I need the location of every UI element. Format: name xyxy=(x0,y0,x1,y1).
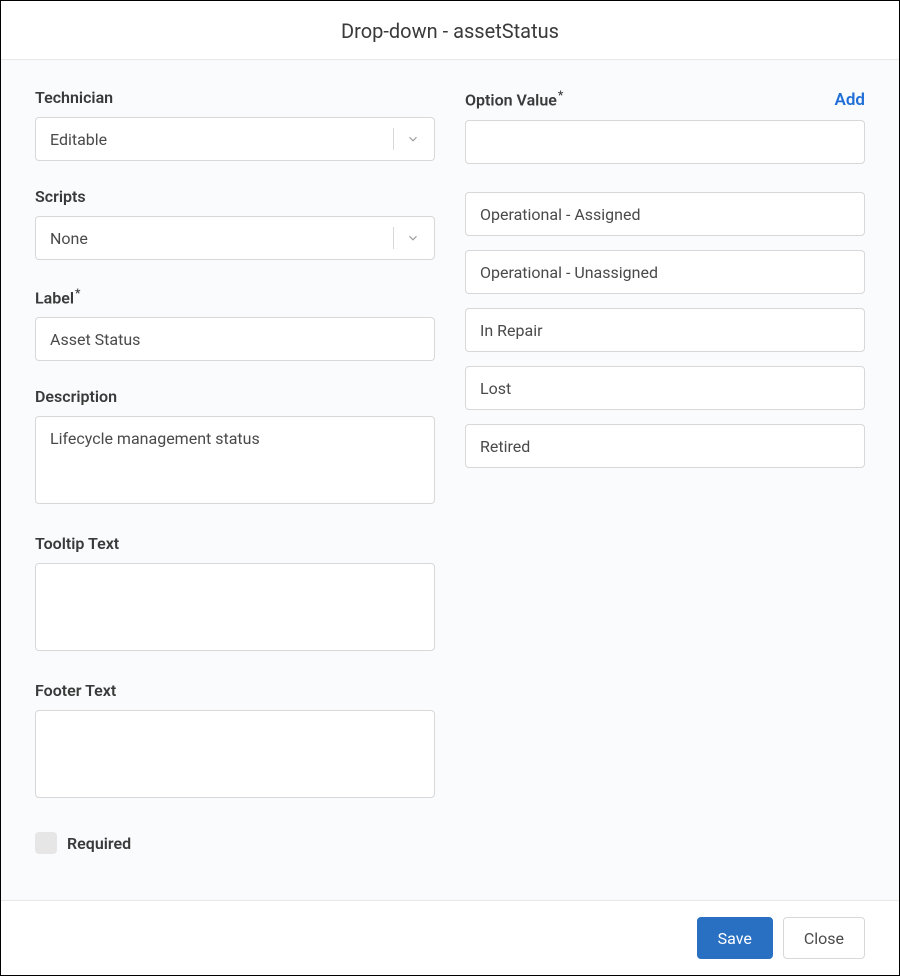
left-column: Technician Editable Scripts None xyxy=(35,88,435,880)
required-asterisk-icon: * xyxy=(75,286,80,300)
add-option-link[interactable]: Add xyxy=(835,90,866,110)
scripts-select[interactable]: None xyxy=(35,216,435,260)
technician-group: Technician Editable xyxy=(35,88,435,161)
save-button[interactable]: Save xyxy=(697,917,773,959)
footer-text-label: Footer Text xyxy=(35,681,435,700)
right-column: Option Value* Add Operational - Assigned… xyxy=(465,88,865,880)
chevron-down-icon xyxy=(406,132,420,146)
description-textarea[interactable] xyxy=(35,416,435,504)
technician-value: Editable xyxy=(50,130,393,149)
option-item[interactable]: Operational - Unassigned xyxy=(465,250,865,294)
required-asterisk-icon: * xyxy=(558,88,563,102)
description-label: Description xyxy=(35,387,435,406)
dialog-header: Drop-down - assetStatus xyxy=(1,1,899,60)
tooltip-textarea[interactable] xyxy=(35,563,435,651)
technician-label: Technician xyxy=(35,88,435,107)
dialog-title: Drop-down - assetStatus xyxy=(1,19,899,43)
select-divider xyxy=(393,227,394,249)
footer-text-textarea[interactable] xyxy=(35,710,435,798)
option-value-input[interactable] xyxy=(465,120,865,164)
option-value-label: Option Value* xyxy=(465,88,563,109)
option-item[interactable]: Operational - Assigned xyxy=(465,192,865,236)
option-item[interactable]: Lost xyxy=(465,366,865,410)
option-list: Operational - Assigned Operational - Una… xyxy=(465,192,865,468)
chevron-down-icon xyxy=(406,231,420,245)
dialog-body: Technician Editable Scripts None xyxy=(1,60,899,900)
select-divider xyxy=(393,128,394,150)
option-value-header: Option Value* Add xyxy=(465,88,865,110)
required-checkbox[interactable] xyxy=(35,832,57,854)
label-input[interactable] xyxy=(35,317,435,361)
dialog-footer: Save Close xyxy=(1,900,899,975)
close-button[interactable]: Close xyxy=(783,917,865,959)
scripts-label: Scripts xyxy=(35,187,435,206)
label-group: Label* xyxy=(35,286,435,361)
scripts-group: Scripts None xyxy=(35,187,435,260)
option-item[interactable]: Retired xyxy=(465,424,865,468)
option-item[interactable]: In Repair xyxy=(465,308,865,352)
footer-text-group: Footer Text xyxy=(35,681,435,802)
tooltip-label: Tooltip Text xyxy=(35,534,435,553)
scripts-value: None xyxy=(50,229,393,248)
required-row: Required xyxy=(35,832,435,854)
required-label: Required xyxy=(67,834,131,853)
dropdown-field-dialog: Drop-down - assetStatus Technician Edita… xyxy=(0,0,900,976)
label-field-label: Label* xyxy=(35,286,435,307)
technician-select[interactable]: Editable xyxy=(35,117,435,161)
description-group: Description xyxy=(35,387,435,508)
tooltip-group: Tooltip Text xyxy=(35,534,435,655)
